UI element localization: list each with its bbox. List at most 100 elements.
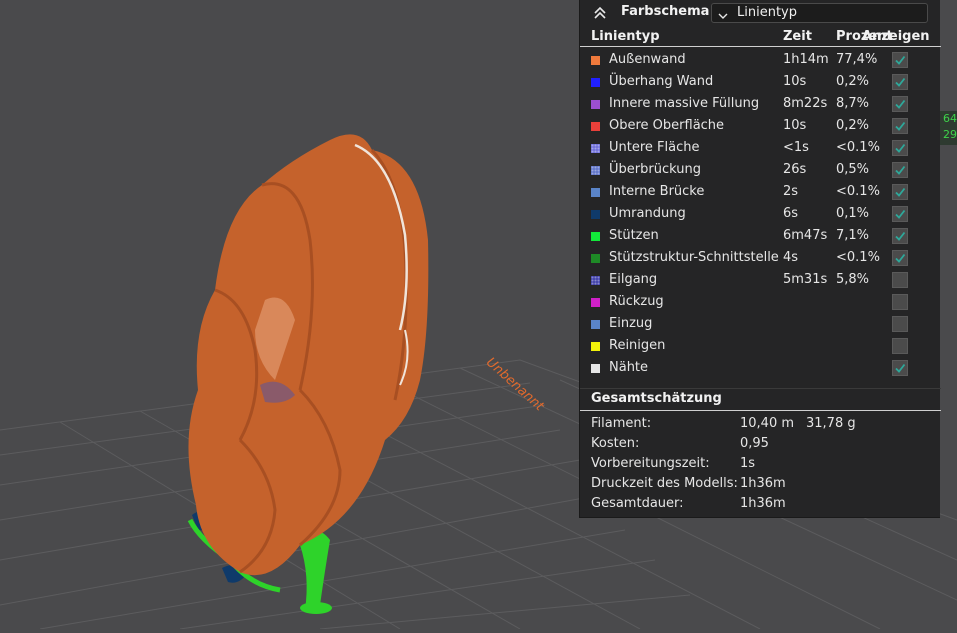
column-header-time: Zeit [783, 29, 812, 44]
line-type-time: 10s [783, 118, 807, 133]
check-icon [895, 231, 906, 241]
line-type-name: Stützstruktur-Schnittstelle [609, 250, 779, 265]
color-scheme-value: Linientyp [737, 5, 797, 20]
color-swatch [591, 188, 600, 197]
line-type-time: 26s [783, 162, 807, 177]
line-type-percent: 0,2% [836, 74, 870, 89]
line-type-percent: 0,2% [836, 118, 870, 133]
line-type-name: Innere massive Füllung [609, 96, 760, 111]
legend-panel: Farbschema Linientyp Linientyp Zeit Proz… [579, 0, 941, 518]
header-divider [580, 46, 941, 47]
coordinate-readout-line-1: 64 [943, 112, 957, 125]
line-type-name: Interne Brücke [609, 184, 705, 199]
legend-row: Umrandung 6s 0,1% [580, 204, 941, 226]
legend-row: Nähte [580, 358, 941, 380]
line-type-name: Umrandung [609, 206, 686, 221]
line-type-name: Einzug [609, 316, 653, 331]
summary-value: 10,40 m [740, 416, 795, 431]
line-type-percent: 77,4% [836, 52, 878, 67]
legend-row: Überbrückung 26s 0,5% [580, 160, 941, 182]
line-type-time: 10s [783, 74, 807, 89]
summary-label: Vorbereitungszeit: [591, 456, 710, 471]
legend-row: Stützstruktur-Schnittstelle 4s <0.1% [580, 248, 941, 270]
summary-top-divider [580, 388, 941, 389]
color-swatch [591, 254, 600, 263]
legend-row: Obere Oberfläche 10s 0,2% [580, 116, 941, 138]
check-icon [895, 253, 906, 263]
color-scheme-select[interactable]: Linientyp [711, 3, 928, 23]
line-type-name: Überbrückung [609, 162, 701, 177]
line-type-time: 4s [783, 250, 799, 265]
legend-row: Untere Fläche <1s <0.1% [580, 138, 941, 160]
line-type-percent: <0.1% [836, 184, 880, 199]
check-icon [895, 55, 906, 65]
check-icon [895, 209, 906, 219]
color-swatch [591, 232, 600, 241]
line-type-percent: 7,1% [836, 228, 870, 243]
show-checkbox[interactable] [892, 338, 908, 354]
color-swatch [591, 166, 600, 175]
summary-value-secondary: 31,78 g [806, 416, 856, 431]
legend-title: Farbschema [621, 4, 710, 19]
line-type-name: Eilgang [609, 272, 658, 287]
model-body [188, 134, 429, 576]
line-type-name: Rückzug [609, 294, 664, 309]
line-type-time: 8m22s [783, 96, 828, 111]
summary-row: Filament: 10,40 m 31,78 g [580, 416, 941, 436]
column-header-type: Linientyp [591, 29, 660, 44]
color-swatch [591, 342, 600, 351]
show-checkbox[interactable] [892, 272, 908, 288]
color-swatch [591, 122, 600, 131]
summary-value: 1h36m [740, 476, 786, 491]
summary-label: Kosten: [591, 436, 640, 451]
show-checkbox[interactable] [892, 206, 908, 222]
show-checkbox[interactable] [892, 96, 908, 112]
summary-value: 0,95 [740, 436, 769, 451]
legend-row: Innere massive Füllung 8m22s 8,7% [580, 94, 941, 116]
show-checkbox[interactable] [892, 74, 908, 90]
legend-row: Einzug [580, 314, 941, 336]
summary-label: Druckzeit des Modells: [591, 476, 738, 491]
summary-title: Gesamtschätzung [591, 391, 722, 406]
line-type-percent: 0,5% [836, 162, 870, 177]
legend-row: Außenwand 1h14m 77,4% [580, 50, 941, 72]
color-swatch [591, 276, 600, 285]
summary-row: Vorbereitungszeit: 1s [580, 456, 941, 476]
check-icon [895, 143, 906, 153]
show-checkbox[interactable] [892, 294, 908, 310]
show-checkbox[interactable] [892, 316, 908, 332]
legend-row: Überhang Wand 10s 0,2% [580, 72, 941, 94]
check-icon [895, 363, 906, 373]
summary-label: Gesamtdauer: [591, 496, 684, 511]
chevron-down-icon [717, 7, 729, 19]
check-icon [895, 99, 906, 109]
line-type-name: Nähte [609, 360, 649, 375]
color-swatch [591, 144, 600, 153]
legend-row: Reinigen [580, 336, 941, 358]
summary-value: 1h36m [740, 496, 786, 511]
show-checkbox[interactable] [892, 52, 908, 68]
color-swatch [591, 56, 600, 65]
show-checkbox[interactable] [892, 140, 908, 156]
legend-row: Stützen 6m47s 7,1% [580, 226, 941, 248]
line-type-percent: <0.1% [836, 250, 880, 265]
line-type-percent: <0.1% [836, 140, 880, 155]
show-checkbox[interactable] [892, 250, 908, 266]
color-swatch [591, 100, 600, 109]
coordinate-readout-line-2: 29 [943, 128, 957, 141]
line-type-time: 5m31s [783, 272, 828, 287]
collapse-chevron-up-icon[interactable] [592, 5, 608, 21]
line-type-name: Überhang Wand [609, 74, 714, 89]
show-checkbox[interactable] [892, 360, 908, 376]
show-checkbox[interactable] [892, 184, 908, 200]
line-type-percent: 0,1% [836, 206, 870, 221]
check-icon [895, 165, 906, 175]
line-type-name: Reinigen [609, 338, 666, 353]
show-checkbox[interactable] [892, 118, 908, 134]
line-type-time: 6s [783, 206, 799, 221]
line-type-time: 1h14m [783, 52, 829, 67]
show-checkbox[interactable] [892, 162, 908, 178]
show-checkbox[interactable] [892, 228, 908, 244]
legend-row: Interne Brücke 2s <0.1% [580, 182, 941, 204]
summary-label: Filament: [591, 416, 652, 431]
